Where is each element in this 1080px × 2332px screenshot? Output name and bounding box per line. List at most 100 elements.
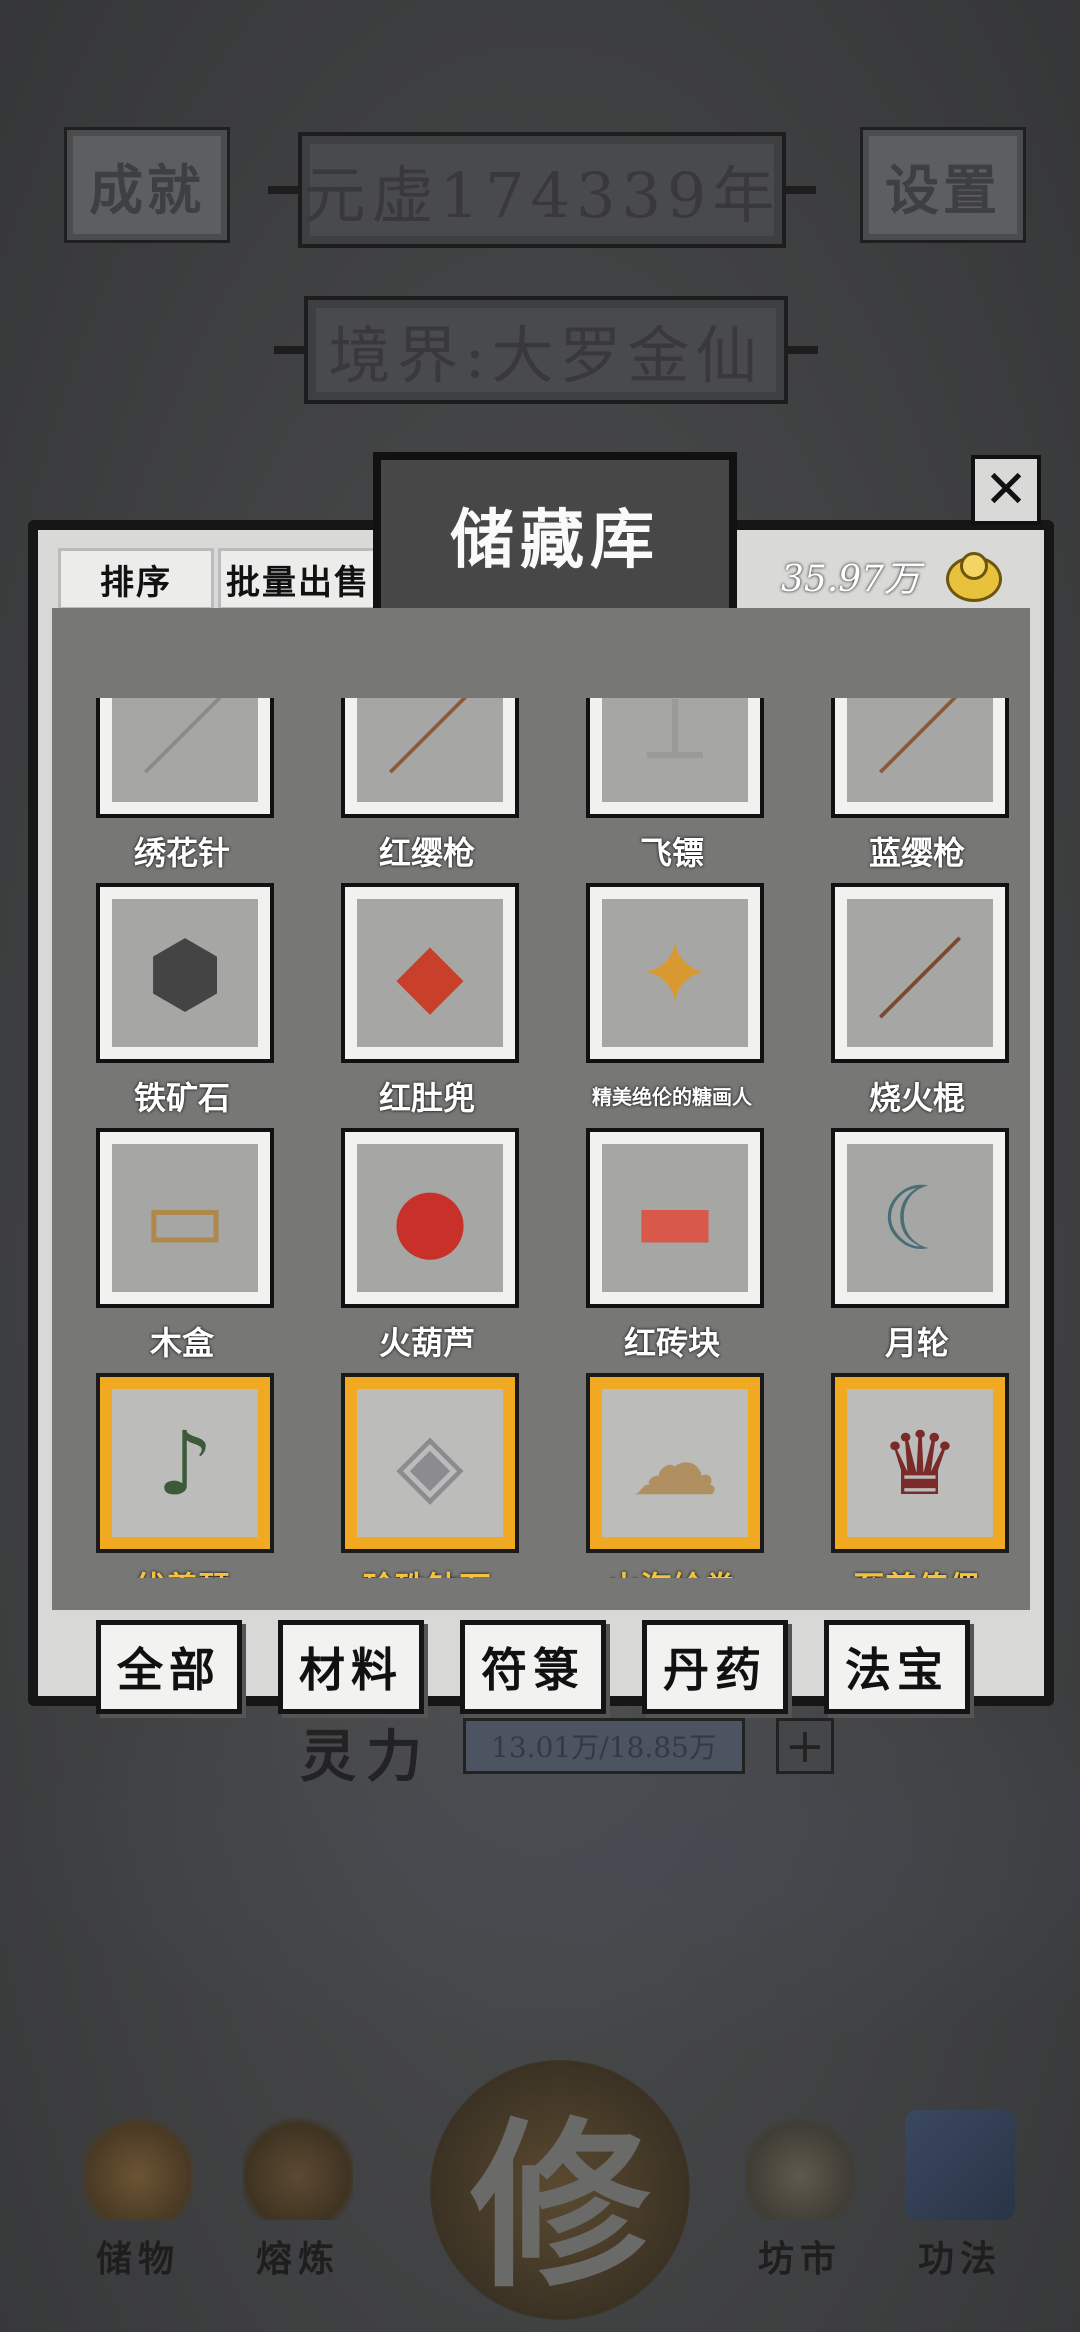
pouch-icon — [83, 2110, 193, 2220]
item-frame: ／ — [341, 698, 519, 818]
category-label: 材料 — [299, 1643, 403, 1697]
lingli-value: 13.01万/18.85万 — [491, 1731, 717, 1764]
item-name: 绣花针 — [133, 834, 230, 872]
sugar-figure-icon: ✦ — [602, 899, 748, 1047]
item-slot[interactable]: ⬢ 铁矿石 — [82, 883, 282, 1128]
category-pills-button[interactable]: 丹药 — [642, 1620, 788, 1714]
diamond-block-icon: ◈ — [357, 1389, 503, 1537]
achievement-button[interactable]: 成就 — [64, 127, 230, 243]
nav-storage[interactable]: 储物 — [68, 2110, 208, 2282]
item-name: 月轮 — [884, 1324, 949, 1362]
close-button[interactable]: ✕ — [971, 455, 1041, 525]
furnace-icon — [243, 2110, 353, 2220]
item-frame: ／ — [831, 698, 1009, 818]
category-all-button[interactable]: 全部 — [96, 1620, 242, 1714]
plus-icon: + — [784, 1718, 826, 1774]
wooden-box-icon: ▭ — [112, 1144, 258, 1292]
storage-modal: 排序 批量出售 储藏库 35.97万 ／ 绣花针 ／ 红缨枪 ⟂ 飞镖 ／ 蓝缨枪 ⬢ 铁矿石 ◆ 红… — [28, 452, 1054, 1714]
item-name: 蓝缨枪 — [868, 834, 965, 872]
settings-label: 设置 — [885, 157, 1001, 222]
category-label: 丹药 — [663, 1643, 767, 1697]
item-frame: ♪ — [96, 1373, 274, 1553]
modal-title-plate: 储藏库 — [373, 452, 737, 618]
item-slot[interactable]: ／ 烧火棍 — [817, 883, 1017, 1128]
item-frame: ▬ — [586, 1128, 764, 1308]
item-name: 红砖块 — [623, 1324, 720, 1362]
currency-display: 35.97万 — [781, 548, 1004, 604]
puppet-icon: ♛ — [847, 1389, 993, 1537]
nav-techniques[interactable]: 功法 — [890, 2110, 1030, 2282]
item-frame: ⟂ — [586, 698, 764, 818]
item-slot[interactable]: ／ 绣花针 — [82, 698, 282, 883]
sort-button[interactable]: 排序 — [58, 548, 214, 610]
nav-smelting[interactable]: 熔炼 — [228, 2110, 368, 2282]
category-talismans-button[interactable]: 符箓 — [460, 1620, 606, 1714]
cultivate-button[interactable]: 修 — [430, 2060, 690, 2320]
category-bar: 全部 材料 符箓 丹药 法宝 — [52, 1620, 1030, 1714]
modal-title: 储藏库 — [450, 503, 660, 578]
item-grid[interactable]: ／ 绣花针 ／ 红缨枪 ⟂ 飞镖 ／ 蓝缨枪 ⬢ 铁矿石 ◆ 红肚兜 ✦ 精美绝伦的糖画人 ／ 烧火棍 ▭ 木盒 ●… — [82, 698, 1022, 1578]
nav-market[interactable]: 坊市 — [730, 2110, 870, 2282]
item-slot[interactable]: ◆ 红肚兜 — [327, 883, 527, 1128]
item-name: 红肚兜 — [378, 1079, 475, 1117]
nav-smelting-label: 熔炼 — [255, 2238, 340, 2280]
item-slot[interactable]: ⟂ 飞镖 — [572, 698, 772, 883]
moon-blade-icon: ☾ — [847, 1144, 993, 1292]
category-label: 符箓 — [481, 1643, 585, 1697]
book-icon — [905, 2110, 1015, 2220]
item-name: 飞镖 — [639, 834, 704, 872]
item-slot[interactable]: ◈ 珍珠钻石 — [327, 1373, 527, 1578]
category-label: 全部 — [117, 1643, 221, 1697]
realm-banner: 境界:大罗金仙 — [274, 296, 818, 404]
year-label: 元虚174339年 — [303, 159, 781, 232]
item-frame: ✦ — [586, 883, 764, 1063]
lingli-plus-button[interactable]: + — [776, 1718, 834, 1774]
red-apron-icon: ◆ — [357, 899, 503, 1047]
item-frame: ◈ — [341, 1373, 519, 1553]
category-artifacts-button[interactable]: 法宝 — [824, 1620, 970, 1714]
category-materials-button[interactable]: 材料 — [278, 1620, 424, 1714]
item-slot[interactable]: ● 火葫芦 — [327, 1128, 527, 1373]
batch-sell-button[interactable]: 批量出售 — [218, 548, 378, 610]
brick-icon: ▬ — [602, 1144, 748, 1292]
item-frame: ／ — [831, 883, 1009, 1063]
spear-icon: ／ — [357, 698, 503, 802]
coins-stack-icon — [745, 2110, 855, 2220]
item-panel: ／ 绣花针 ／ 红缨枪 ⟂ 飞镖 ／ 蓝缨枪 ⬢ 铁矿石 ◆ 红肚兜 ✦ 精美绝伦的糖画人 ／ 烧火棍 ▭ 木盒 ●… — [52, 608, 1030, 1610]
item-name: 铁矿石 — [133, 1079, 230, 1117]
item-slot[interactable]: ☾ 月轮 — [817, 1128, 1017, 1373]
nav-techniques-label: 功法 — [917, 2238, 1002, 2280]
iron-ore-icon: ⬢ — [112, 899, 258, 1047]
currency-amount: 35.97万 — [780, 559, 920, 600]
year-banner: 元虚174339年 — [268, 132, 816, 248]
item-slot[interactable]: ♛ 至尊傀儡 — [817, 1373, 1017, 1578]
item-slot[interactable]: ✦ 精美绝伦的糖画人 — [572, 883, 772, 1128]
nav-market-label: 坊市 — [757, 2238, 842, 2280]
item-slot[interactable]: ♪ 伏羲琴 — [82, 1373, 282, 1578]
achievement-label: 成就 — [89, 157, 205, 222]
cultivate-label: 修 — [469, 2100, 650, 2312]
category-label: 法宝 — [845, 1643, 949, 1697]
settings-button[interactable]: 设置 — [860, 127, 1026, 243]
item-frame: ☁ — [586, 1373, 764, 1553]
item-slot[interactable]: ／ 蓝缨枪 — [817, 698, 1017, 883]
batch-sell-label: 批量出售 — [226, 562, 370, 603]
item-name: 珍珠钻石 — [327, 1563, 527, 1578]
needle-icon: ／ — [112, 698, 258, 802]
item-slot[interactable]: ☁ 山海绘卷 — [572, 1373, 772, 1578]
item-slot[interactable]: ／ 红缨枪 — [327, 698, 527, 883]
item-name: 至尊傀儡 — [817, 1563, 1017, 1578]
close-icon: ✕ — [984, 460, 1028, 520]
item-name: 山海绘卷 — [572, 1563, 772, 1578]
gold-ingot-icon — [940, 552, 1004, 602]
item-name: 木盒 — [149, 1324, 214, 1362]
item-slot[interactable]: ▬ 红砖块 — [572, 1128, 772, 1373]
item-slot[interactable]: ▭ 木盒 — [82, 1128, 282, 1373]
dart-icon: ⟂ — [602, 698, 748, 802]
item-name: 烧火棍 — [868, 1079, 965, 1117]
item-name: 伏羲琴 — [82, 1563, 282, 1578]
spear-icon: ／ — [847, 698, 993, 802]
lingli-label: 灵力 — [300, 1724, 432, 1790]
scroll-icon: ☁ — [602, 1389, 748, 1537]
fuxi-lute-icon: ♪ — [112, 1389, 258, 1537]
